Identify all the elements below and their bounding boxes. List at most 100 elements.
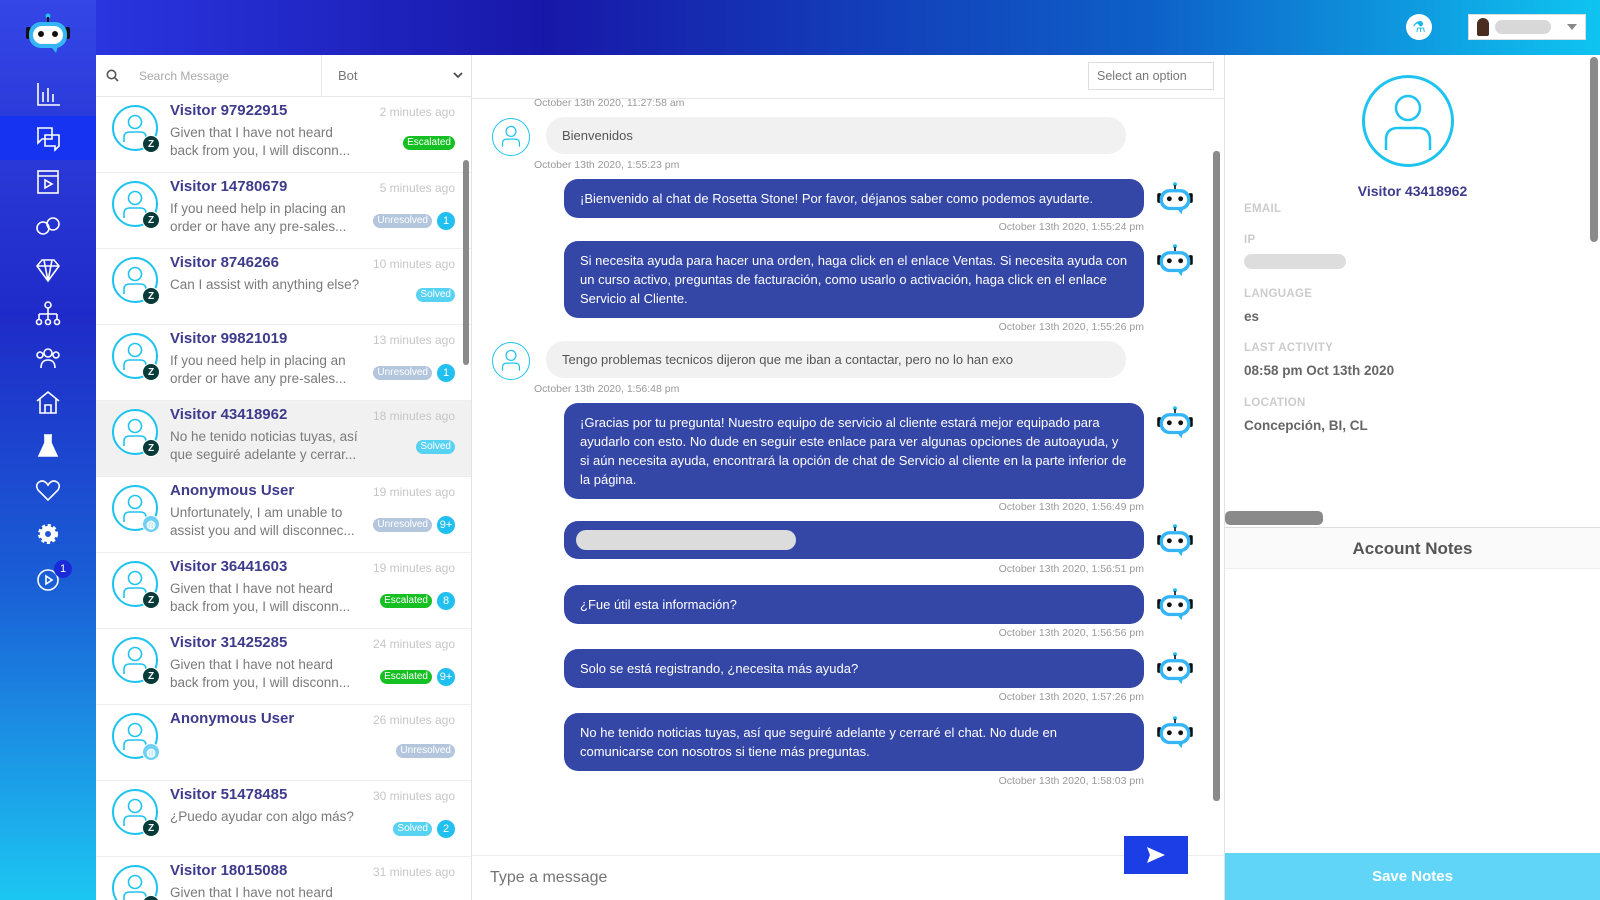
- language-label: LANGUAGE: [1244, 288, 1313, 300]
- conversation-item[interactable]: Z Visitor 18015088 31 minutes ago Given …: [96, 857, 471, 900]
- conversation-item[interactable]: Z Visitor 8746266 10 minutes ago Can I a…: [96, 249, 471, 325]
- sidebar-item-diamond[interactable]: [0, 248, 96, 292]
- sidebar-item-play-circle[interactable]: 1: [0, 558, 96, 602]
- sidebar-item-users[interactable]: [0, 336, 96, 380]
- conversation-item[interactable]: Z Visitor 97922915 2 minutes ago Given t…: [96, 97, 471, 173]
- profile-horizontal-scrollbar[interactable]: [1225, 511, 1323, 525]
- bar-chart-icon: [37, 83, 60, 106]
- user-avatar: [1477, 18, 1489, 36]
- last-activity-value: 08:58 pm Oct 13th 2020: [1244, 363, 1395, 378]
- search-icon: [106, 69, 119, 82]
- org-chart-icon: [35, 301, 61, 326]
- sidebar-item-heart[interactable]: [0, 468, 96, 512]
- visitor-message: Tengo problemas tecnicos dijeron que me …: [546, 341, 1126, 378]
- conversation-time: 31 minutes ago: [372, 865, 455, 879]
- zendesk-icon: Z: [142, 667, 160, 685]
- conversation-name: Visitor 18015088: [170, 862, 288, 879]
- ip-label: IP: [1244, 234, 1256, 246]
- conversation-name: Visitor 8746266: [170, 254, 279, 271]
- message-timestamp: October 13th 2020, 1:56:56 pm: [998, 627, 1144, 639]
- visitor-avatar: ◍: [112, 713, 160, 761]
- visitor-avatar: [492, 342, 530, 380]
- lab-chat-icon[interactable]: ⚗: [1406, 14, 1432, 40]
- conversation-item[interactable]: Z Visitor 99821019 13 minutes ago If you…: [96, 325, 471, 401]
- visitor-avatar: Z: [112, 105, 160, 153]
- bot-message: ¡Bienvenido al chat de Rosetta Stone! Po…: [564, 179, 1144, 218]
- conversation-item[interactable]: Z Visitor 43418962 18 minutes ago No he …: [96, 401, 471, 477]
- visitor-avatar: Z: [112, 181, 160, 229]
- conversation-time: 18 minutes ago: [372, 409, 455, 423]
- status-badge: Unresolved: [396, 744, 455, 758]
- flask-icon: [37, 434, 59, 457]
- home-icon: [36, 390, 60, 414]
- bot-message: No he tenido noticias tuyas, así que seg…: [564, 713, 1144, 771]
- user-icon: [501, 349, 521, 371]
- visitor-avatar: ◍: [112, 485, 160, 533]
- heart-icon: [35, 480, 61, 502]
- conversation-list: Bot Z Visitor 97922915 2 minutes ago Giv…: [96, 55, 472, 900]
- bot-message: Solo se está registrando, ¿necesita más …: [564, 649, 1144, 688]
- conversation-item[interactable]: Z Visitor 51478485 30 minutes ago ¿Puedo…: [96, 781, 471, 857]
- profile-scrollbar[interactable]: [1590, 57, 1598, 242]
- conversation-item[interactable]: ◍ Anonymous User 19 minutes ago Unfortun…: [96, 477, 471, 553]
- conversation-time: 10 minutes ago: [372, 257, 455, 271]
- message-timestamp: October 13th 2020, 1:56:48 pm: [534, 383, 680, 395]
- conversation-item[interactable]: ◍ Anonymous User 26 minutes ago Unresolv…: [96, 705, 471, 781]
- sidebar-item-qa-bubbles[interactable]: [0, 204, 96, 248]
- bot-message: Si necesita ayuda para hacer una orden, …: [564, 241, 1144, 318]
- bot-avatar: [1154, 243, 1196, 277]
- status-badge: Escalated: [403, 136, 455, 150]
- conversation-name: Visitor 97922915: [170, 102, 288, 119]
- conversation-preview: Unfortunately, I am unable to assist you…: [170, 505, 355, 538]
- chat-scrollbar[interactable]: [1213, 151, 1220, 801]
- message-timestamp: October 13th 2020, 11:27:58 am: [534, 99, 685, 109]
- conversation-item[interactable]: Z Visitor 31425285 24 minutes ago Given …: [96, 629, 471, 705]
- conversation-preview: Given that I have not heard back from yo…: [170, 125, 351, 158]
- conversation-preview: Given that I have not heard back from yo…: [170, 657, 351, 690]
- conversation-item[interactable]: Z Visitor 14780679 5 minutes ago If you …: [96, 173, 471, 249]
- conversation-preview: Given that I have not heard back from yo…: [170, 885, 333, 900]
- conversation-preview: If you need help in placing an order or …: [170, 201, 347, 234]
- bot-logo[interactable]: [22, 12, 74, 54]
- visitor-profile-panel: Visitor 43418962 EMAIL IP LANGUAGE es LA…: [1224, 55, 1600, 900]
- sidebar-item-bar-chart[interactable]: [0, 72, 96, 116]
- conversation-name: Visitor 51478485: [170, 786, 288, 803]
- sidebar-item-home[interactable]: [0, 380, 96, 424]
- bot-avatar: [1154, 715, 1196, 749]
- account-notes-input[interactable]: [1225, 570, 1600, 870]
- sidebar-item-gear[interactable]: [0, 512, 96, 556]
- message-timestamp: October 13th 2020, 1:55:24 pm: [998, 221, 1144, 233]
- sidebar-item-org-chart[interactable]: [0, 292, 96, 336]
- message-timestamp: October 13th 2020, 1:58:03 pm: [998, 775, 1144, 787]
- globe-icon: ◍: [142, 743, 160, 761]
- user-icon: [123, 874, 147, 900]
- status-badge: Solved: [393, 822, 432, 836]
- send-icon: [1147, 847, 1165, 863]
- conversation-item[interactable]: Z Visitor 36441603 19 minutes ago Given …: [96, 553, 471, 629]
- sidebar: 1: [0, 0, 96, 900]
- user-menu-dropdown[interactable]: [1468, 14, 1586, 40]
- user-icon: [1384, 94, 1432, 150]
- visitor-avatar: Z: [112, 561, 160, 609]
- message-input[interactable]: [490, 869, 1090, 887]
- sidebar-item-flask[interactable]: [0, 424, 96, 468]
- visitor-avatar: Z: [112, 865, 160, 900]
- option-select[interactable]: Select an option: [1088, 62, 1214, 90]
- sidebar-item-video-play[interactable]: [0, 160, 96, 204]
- zendesk-icon: Z: [142, 591, 160, 609]
- status-badge: Escalated: [380, 594, 432, 608]
- search-box: [96, 55, 322, 96]
- visitor-avatar: Z: [112, 789, 160, 837]
- save-notes-button[interactable]: Save Notes: [1225, 853, 1600, 900]
- search-input[interactable]: [139, 68, 289, 83]
- list-scrollbar[interactable]: [463, 160, 469, 365]
- bot-avatar-icon: [1157, 716, 1193, 749]
- qa-bubbles-icon: [36, 217, 60, 235]
- chevron-down-icon: [453, 72, 463, 79]
- sidebar-item-chat-bubbles[interactable]: [0, 116, 96, 160]
- conversation-preview: Given that I have not heard back from yo…: [170, 581, 351, 614]
- bot-filter-select[interactable]: Bot: [322, 55, 471, 96]
- send-button[interactable]: [1124, 836, 1188, 874]
- last-activity-label: LAST ACTIVITY: [1244, 342, 1334, 354]
- gear-icon: [38, 524, 58, 544]
